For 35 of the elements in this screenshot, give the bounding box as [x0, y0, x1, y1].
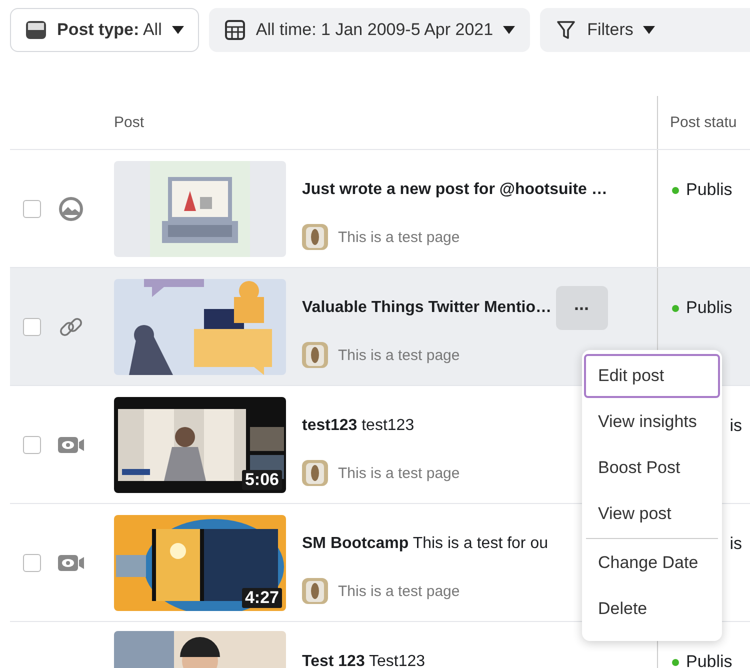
post-status: Publis	[686, 180, 732, 200]
filter-icon	[555, 19, 578, 41]
post-title: Valuable Things Twitter Mentio…	[302, 299, 552, 317]
video-duration: 4:27	[242, 588, 282, 608]
image-icon	[57, 194, 85, 222]
video-duration: 5:06	[242, 470, 282, 490]
checkbox[interactable]	[23, 200, 41, 218]
post-title: Just wrote a new post for @hootsuite …	[302, 181, 608, 199]
post-title: test123 test123	[302, 417, 414, 435]
caret-icon	[643, 26, 656, 34]
post-title: Test 123 Test123	[302, 653, 426, 668]
post-status: is	[730, 534, 742, 554]
more-button[interactable]: ...	[556, 286, 608, 330]
window-icon	[25, 19, 47, 41]
caret-icon	[503, 26, 516, 34]
date-range-dropdown[interactable]: All time: 1 Jan 2009-5 Apr 2021	[208, 8, 530, 52]
column-header: Post statu	[657, 96, 750, 149]
table-row[interactable]: Just wrote a new post for @hootsuite … This is a test page Publis	[10, 150, 750, 268]
filters-button[interactable]: Filters	[540, 8, 750, 52]
checkbox[interactable]	[23, 436, 41, 454]
post-status: Publis	[686, 298, 732, 318]
menu-item[interactable]: Edit post	[584, 354, 720, 398]
page-name: This is a test page	[338, 464, 460, 482]
post-type-dropdown[interactable]: Post type: All	[10, 8, 199, 52]
page-name: This is a test page	[338, 346, 460, 364]
page-name: This is a test page	[338, 228, 460, 246]
checkbox[interactable]	[23, 554, 41, 572]
post-status: is	[730, 416, 742, 436]
post-status: Publis	[686, 652, 732, 668]
column-header: Post	[113, 114, 146, 131]
calendar-icon	[224, 19, 246, 41]
page-name: This is a test page	[338, 582, 460, 600]
checkbox[interactable]	[23, 318, 41, 336]
caret-icon	[172, 26, 184, 34]
post-title: SM Bootcamp This is a test for ou	[302, 535, 548, 553]
